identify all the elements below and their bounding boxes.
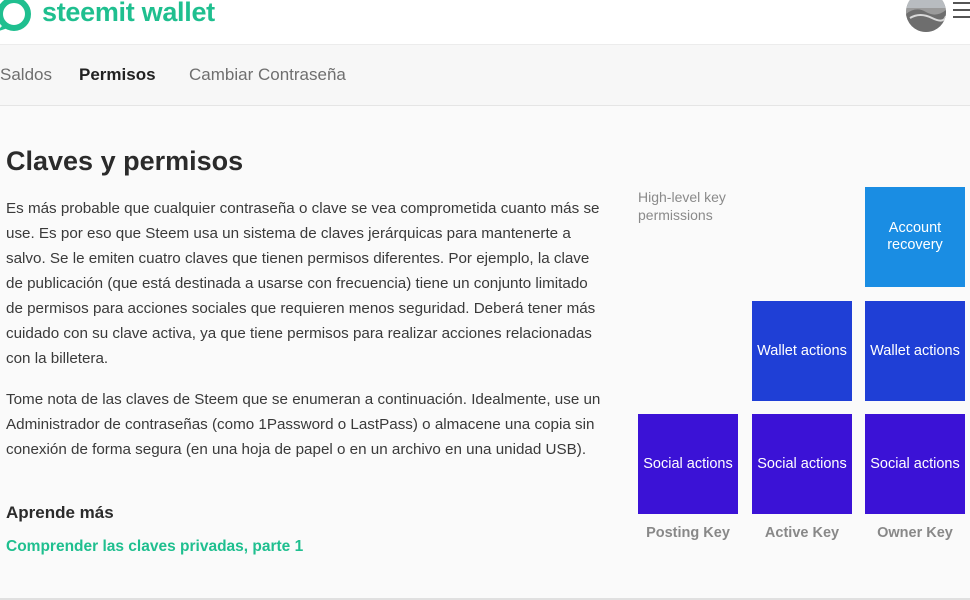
account-recovery-box: Account recovery xyxy=(865,187,965,287)
tab-permisos[interactable]: Permisos xyxy=(79,65,156,85)
social-actions-box-active: Social actions xyxy=(752,414,852,514)
diagram-label: High-level key permissions xyxy=(638,189,726,223)
wallet-actions-box-owner: Wallet actions xyxy=(865,301,965,401)
learn-more-heading: Aprende más xyxy=(6,503,114,522)
wallet-actions-box-active: Wallet actions xyxy=(752,301,852,401)
top-header: steemit wallet xyxy=(0,0,970,45)
hamburger-menu-icon[interactable] xyxy=(953,2,970,23)
owner-key-label: Owner Key xyxy=(877,525,953,541)
keys-explanation-paragraph: Es más probable que cualquier contraseña… xyxy=(6,200,600,367)
keys-advice-paragraph: Tome nota de las claves de Steem que se … xyxy=(6,391,601,458)
tab-bar: Saldos Permisos Cambiar Contraseña xyxy=(0,45,970,106)
posting-key-label: Posting Key xyxy=(646,525,730,541)
page-title: Claves y permisos xyxy=(6,146,244,176)
tab-cambiar-contrasena[interactable]: Cambiar Contraseña xyxy=(189,65,346,85)
social-actions-box-posting: Social actions xyxy=(638,414,738,514)
active-key-label: Active Key xyxy=(764,525,840,541)
tab-saldos[interactable]: Saldos xyxy=(0,65,52,85)
private-keys-link[interactable]: Comprender las claves privadas, parte 1 xyxy=(6,538,303,556)
avatar[interactable] xyxy=(906,0,946,32)
social-actions-box-owner: Social actions xyxy=(865,414,965,514)
logo-text[interactable]: steemit wallet xyxy=(42,0,215,28)
steemit-logo-icon[interactable] xyxy=(0,0,36,39)
